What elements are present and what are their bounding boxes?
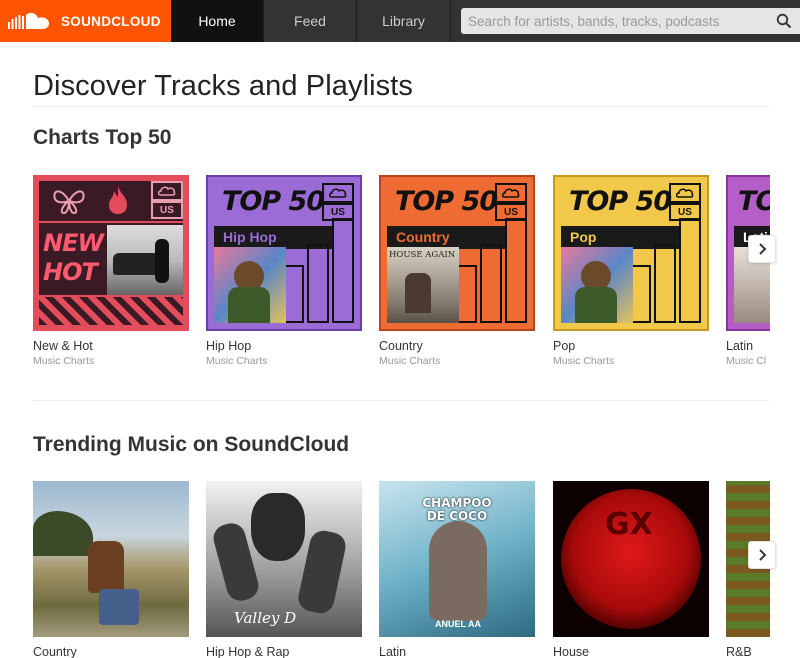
country-playlist-artwork [33,481,189,637]
card-title: Latin [379,645,407,658]
new-and-hot-photo [107,225,183,295]
album-cover-image [214,247,286,323]
checker-pattern [39,297,183,325]
chart-card-latin[interactable]: TO Lati Latin Music Cl [726,175,770,367]
search-input[interactable] [461,8,761,34]
charts-carousel: US NEW & HOT New & Hot Music Charts TOP … [33,175,770,375]
chart-card-hip-hop[interactable]: TOP 50 US Hip Hop Hip Hop Music Charts [206,175,362,367]
art-title-text: CHAMPOO DE COCO [422,496,492,523]
art-artist-text: ANUEL AA [435,619,482,629]
latin-playlist-artwork: CHAMPOO DE COCO ANUEL AA [379,481,535,637]
trending-card-latin[interactable]: CHAMPOO DE COCO ANUEL AA Latin [379,481,535,658]
trending-section-title: Trending Music on SoundCloud [33,433,350,456]
card-title: House [553,645,590,658]
card-title: Country [33,645,77,658]
soundcloud-cloud-icon [8,13,49,29]
card-subtitle: Music Charts [206,355,268,367]
card-title: Hip Hop & Rap [206,645,290,658]
hip-hop-rap-playlist-artwork: Valley D [206,481,362,637]
title-divider [33,106,770,107]
region-badge: US [151,201,183,219]
card-subtitle: Music Cl [726,355,767,367]
card-title: New & Hot [33,339,93,353]
art-signature-text: Valley D [234,609,297,627]
art-top-label: TOP 50 [222,186,325,217]
trending-card-country[interactable]: Country [33,481,189,658]
chart-bars-graphic [282,218,354,323]
album-cover-image: HOUSE AGAIN [387,247,459,323]
charts-section-title: Charts Top 50 [33,126,172,149]
soundcloud-logo[interactable]: SOUNDCLOUD [0,0,171,42]
trending-carousel: Country Valley D Hip Hop & Rap CHAMPOO D… [33,481,770,658]
house-playlist-artwork: GX [553,481,709,637]
trending-next-button[interactable] [748,541,776,569]
art-top-label: TO [738,186,770,217]
search-icon[interactable] [776,13,792,34]
nav-feed[interactable]: Feed [264,0,357,42]
card-subtitle: Music Charts [33,355,95,367]
soundcloud-badge-icon [495,183,527,203]
chevron-right-icon [759,549,767,561]
card-title: R&B [726,645,752,658]
page-title: Discover Tracks and Playlists [33,70,414,102]
butterfly-icon [51,187,87,220]
nav-home[interactable]: Home [171,0,264,42]
trending-card-house[interactable]: GX House [553,481,709,658]
chart-bars-graphic [455,218,527,323]
chevron-right-icon [759,243,767,255]
card-title: Pop [553,339,576,353]
charts-next-button[interactable] [748,235,776,263]
trending-card-hip-hop-rap[interactable]: Valley D Hip Hop & Rap [206,481,362,658]
search-bar [461,8,800,34]
card-subtitle: Music Charts [379,355,441,367]
trending-card-rnb[interactable]: R&B [726,481,770,658]
card-subtitle: Music Charts [553,355,615,367]
art-top-label: TOP 50 [395,186,498,217]
soundcloud-badge-icon [669,183,701,203]
soundcloud-badge-icon [322,183,354,203]
nav-library[interactable]: Library [357,0,451,42]
art-top-label: TOP 50 [569,186,672,217]
new-and-hot-artwork: US NEW & HOT [33,175,189,331]
soundcloud-badge-icon [151,181,183,201]
chart-bars-graphic [629,218,701,323]
chart-card-pop[interactable]: TOP 50 US Pop Pop Music Charts [553,175,709,367]
top-nav-bar: SOUNDCLOUD Home Feed Library [0,0,800,42]
flame-icon [105,184,131,221]
chart-card-country[interactable]: TOP 50 US Country HOUSE AGAIN Country Mu… [379,175,535,367]
section-divider [33,400,770,401]
art-logo-text: GX [605,507,653,542]
hip-hop-artwork: TOP 50 US Hip Hop [206,175,362,331]
card-title: Latin [726,339,754,353]
chart-card-new-and-hot[interactable]: US NEW & HOT New & Hot Music Charts [33,175,189,367]
card-title: Hip Hop [206,339,252,353]
country-artwork: TOP 50 US Country HOUSE AGAIN [379,175,535,331]
cover-text: HOUSE AGAIN [389,250,456,260]
album-cover-image [561,247,633,323]
card-title: Country [379,339,423,353]
pop-artwork: TOP 50 US Pop [553,175,709,331]
brand-name: SOUNDCLOUD [61,13,161,29]
